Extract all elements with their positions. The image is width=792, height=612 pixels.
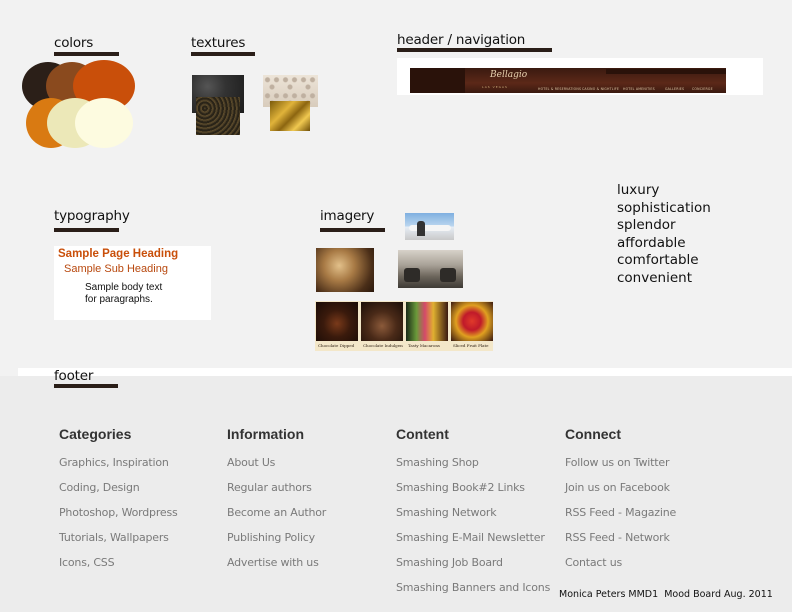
footer-column-content: Content Smashing Shop Smashing Book#2 Li… bbox=[396, 426, 550, 606]
footer-link[interactable]: Coding, Design bbox=[59, 481, 178, 506]
header-mock-utility-bar bbox=[606, 69, 726, 74]
footer-column-information: Information About Us Regular authors Bec… bbox=[227, 426, 326, 581]
textures-underline bbox=[191, 52, 255, 56]
footer-link[interactable]: RSS Feed - Network bbox=[565, 531, 676, 556]
footer-link[interactable]: Advertise with us bbox=[227, 556, 326, 581]
keyword: convenient bbox=[617, 269, 692, 286]
footer-link[interactable]: Smashing Network bbox=[396, 506, 550, 531]
header-mock-tab: CASINO & NIGHTLIFE bbox=[582, 87, 620, 91]
header-mock-tab: HOTEL AMENITIES bbox=[623, 87, 655, 91]
footer-link[interactable]: Smashing Book#2 Links bbox=[396, 481, 550, 506]
image-cabin-interior bbox=[316, 248, 374, 292]
footer-link[interactable]: Smashing Banners and Icons bbox=[396, 581, 550, 606]
footer-link[interactable]: Photoshop, Wordpress bbox=[59, 506, 178, 531]
footer-divider bbox=[18, 368, 792, 376]
dessert-chocolate-indulgence: Chocolate Indulgence bbox=[361, 302, 403, 350]
footer-link[interactable]: Smashing E-Mail Newsletter bbox=[396, 531, 550, 556]
footer-column-title: Connect bbox=[565, 426, 621, 442]
keyword: splendor bbox=[617, 217, 676, 234]
jet-shape bbox=[409, 225, 451, 231]
textures-title: textures bbox=[191, 35, 246, 51]
footer-link[interactable]: Become an Author bbox=[227, 506, 326, 531]
imagery-underline bbox=[320, 228, 385, 232]
keyword: affordable bbox=[617, 234, 686, 251]
header-mock-tab: HOTEL & RESERVATIONS bbox=[538, 87, 582, 91]
footer-link[interactable]: Join us on Facebook bbox=[565, 481, 676, 506]
header-mock-frame: Bellagio LAS VEGAS HOTEL & RESERVATIONS … bbox=[397, 58, 763, 95]
texture-gold-foil bbox=[270, 101, 310, 131]
footer-underline bbox=[54, 384, 118, 388]
dessert-caption: Tasty Macarons bbox=[406, 341, 448, 350]
typography-underline bbox=[54, 228, 119, 232]
sample-sub-heading: Sample Sub Heading bbox=[64, 263, 168, 275]
footer-column-categories: Categories Graphics, Inspiration Coding,… bbox=[59, 426, 178, 581]
footer-column-title: Categories bbox=[59, 426, 132, 442]
swatch-ivory bbox=[75, 98, 133, 148]
dessert-tasty-macarons: Tasty Macarons bbox=[406, 302, 448, 350]
keyword-list: luxury sophistication splendor affordabl… bbox=[617, 182, 711, 288]
header-mock-logo: Bellagio bbox=[490, 70, 528, 80]
imagery-title: imagery bbox=[320, 208, 375, 224]
sample-page-heading: Sample Page Heading bbox=[58, 248, 179, 260]
typography-sample-box: Sample Page Heading Sample Sub Heading S… bbox=[54, 246, 211, 320]
footer-title: footer bbox=[54, 368, 94, 384]
footer-link[interactable]: Follow us on Twitter bbox=[565, 456, 676, 481]
dessert-chocolate-dipped: Chocolate Dipped bbox=[316, 302, 358, 350]
image-jet-cabin-seats bbox=[398, 250, 463, 288]
seat-right bbox=[440, 268, 456, 282]
keyword: comfortable bbox=[617, 252, 699, 269]
colors-underline bbox=[54, 52, 119, 56]
header-mock-tab: CONCIERGE bbox=[692, 87, 713, 91]
dessert-strip: Chocolate Dipped Chocolate Indulgence Ta… bbox=[315, 301, 493, 351]
footer-link[interactable]: Contact us bbox=[565, 556, 676, 581]
footer-column-title: Information bbox=[227, 426, 304, 442]
image-jet-couple bbox=[405, 213, 454, 240]
dessert-caption: Chocolate Indulgence bbox=[361, 341, 403, 350]
typography-title: typography bbox=[54, 208, 130, 224]
footer-link[interactable]: Smashing Shop bbox=[396, 456, 550, 481]
header-mock-tab: GALLERIES bbox=[665, 87, 685, 91]
colors-title: colors bbox=[54, 35, 94, 51]
footer-link[interactable]: Icons, CSS bbox=[59, 556, 178, 581]
sample-body-line-2: for paragraphs. bbox=[85, 294, 153, 305]
header-underline bbox=[397, 48, 552, 52]
header-title: header / navigation bbox=[397, 32, 526, 48]
dessert-sliced-fruit-plate: Sliced Fruit Plate bbox=[451, 302, 493, 350]
footer-link[interactable]: Tutorials, Wallpapers bbox=[59, 531, 178, 556]
dessert-caption: Chocolate Dipped bbox=[316, 341, 358, 350]
footer-column-title: Content bbox=[396, 426, 449, 442]
header-mock-dark-left bbox=[410, 68, 465, 93]
jet-figures bbox=[417, 221, 425, 236]
footer-link[interactable]: Graphics, Inspiration bbox=[59, 456, 178, 481]
keyword: luxury bbox=[617, 182, 660, 198]
credit-line: Monica Peters MMD1 Mood Board Aug. 2011 bbox=[559, 589, 773, 600]
texture-granite bbox=[196, 97, 240, 135]
footer-link[interactable]: Publishing Policy bbox=[227, 531, 326, 556]
footer-column-connect: Connect Follow us on Twitter Join us on … bbox=[565, 426, 676, 581]
header-mock-banner: Bellagio LAS VEGAS HOTEL & RESERVATIONS … bbox=[410, 68, 726, 93]
dessert-caption: Sliced Fruit Plate bbox=[451, 341, 493, 350]
header-mock-logo-sub: LAS VEGAS bbox=[482, 85, 508, 89]
sample-body-line-1: Sample body text bbox=[85, 282, 163, 293]
keyword: sophistication bbox=[617, 199, 711, 216]
footer-link[interactable]: Smashing Job Board bbox=[396, 556, 550, 581]
footer-link[interactable]: Regular authors bbox=[227, 481, 326, 506]
seat-left bbox=[404, 268, 420, 282]
footer-link[interactable]: RSS Feed - Magazine bbox=[565, 506, 676, 531]
footer-link[interactable]: About Us bbox=[227, 456, 326, 481]
